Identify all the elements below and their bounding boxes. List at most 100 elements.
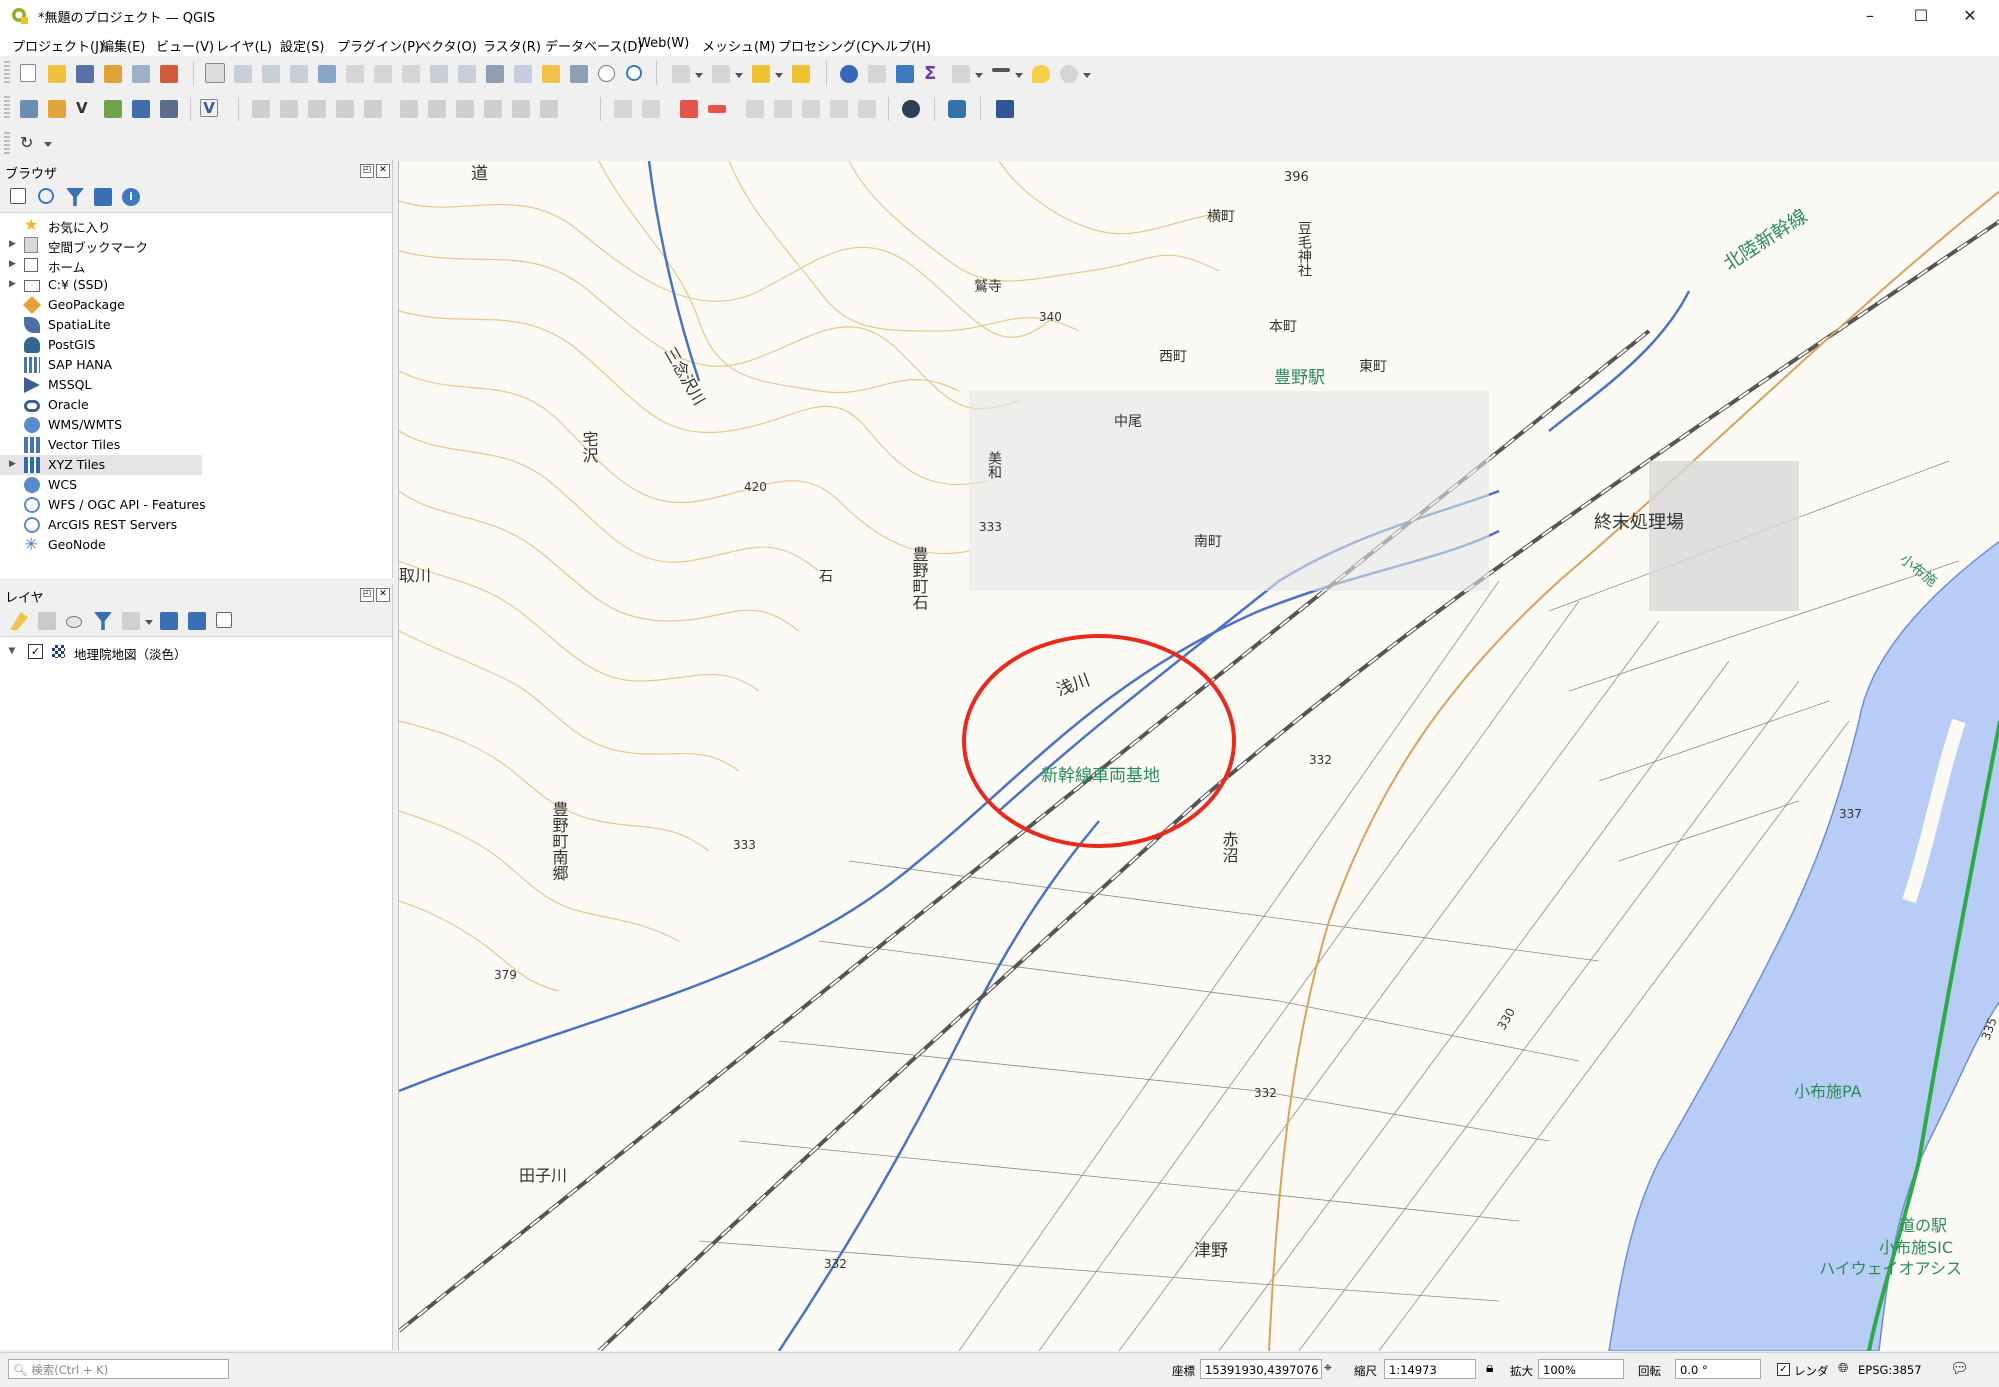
chevron-down-icon[interactable] [1015, 73, 1023, 78]
crs-button[interactable]: EPSG:3857 [1858, 1363, 1922, 1377]
save-edits-icon[interactable] [308, 100, 326, 118]
chevron-down-icon[interactable] [44, 142, 52, 147]
zoom-layer-icon[interactable] [374, 65, 392, 83]
toolbar-grip[interactable] [4, 132, 10, 156]
pan-to-selection-icon[interactable] [234, 65, 252, 83]
close-panel-button[interactable]: ✕ [376, 588, 390, 602]
label-change-icon[interactable] [802, 100, 820, 118]
zoom-next-icon[interactable] [458, 65, 476, 83]
delete-selected-icon[interactable] [400, 100, 418, 118]
scale-combobox[interactable]: 1:14973 [1384, 1359, 1476, 1379]
style-manager-icon[interactable] [160, 65, 178, 83]
select-by-value-icon[interactable] [712, 65, 730, 83]
save-project-icon[interactable] [76, 65, 94, 83]
expand-all-icon[interactable] [160, 612, 178, 630]
browser-item-sap-hana[interactable]: SAP HANA [0, 355, 392, 375]
menu-processing[interactable]: プロセシング(C) [778, 36, 875, 55]
browser-item-spatial-bookmarks[interactable]: ▶ 空間ブックマーク [0, 235, 392, 255]
label-hide-icon[interactable] [708, 105, 726, 113]
statistics-sigma-icon[interactable]: Σ [924, 63, 942, 84]
map-tips-icon[interactable] [1032, 65, 1050, 83]
browser-item-xyz-tiles[interactable]: ▶ XYZ Tiles [0, 455, 202, 475]
add-virtual-layer-icon[interactable]: V [200, 99, 218, 117]
chevron-down-icon[interactable] [145, 620, 153, 625]
close-button[interactable]: ✕ [1941, 0, 1999, 32]
select-all-icon[interactable] [792, 65, 810, 83]
expand-arrow-icon[interactable]: ▶ [9, 279, 16, 289]
refresh-icon[interactable] [38, 188, 54, 204]
field-calculator-icon[interactable] [952, 65, 970, 83]
toolbar-grip[interactable] [4, 61, 10, 85]
deselect-icon[interactable] [752, 65, 770, 83]
zoom-last-icon[interactable] [430, 65, 448, 83]
expand-arrow-icon[interactable]: ▶ [9, 239, 16, 249]
browser-item-postgis[interactable]: PostGIS [0, 335, 392, 355]
select-features-icon[interactable] [672, 65, 690, 83]
magnifier-spinbox[interactable]: 100% [1538, 1359, 1624, 1379]
browser-item-wfs[interactable]: WFS / OGC API - Features [0, 495, 392, 515]
menu-web[interactable]: Web(W) [638, 36, 689, 51]
new-3d-view-icon[interactable] [514, 65, 532, 83]
vertex-tool-icon[interactable] [364, 100, 382, 118]
identify-icon[interactable] [840, 65, 858, 83]
add-spatialite-icon[interactable] [104, 100, 122, 118]
zoom-out-icon[interactable] [290, 65, 308, 83]
expand-arrow-icon[interactable]: ▶ [9, 259, 16, 269]
refresh-rotate-icon[interactable]: ↻ [20, 133, 38, 152]
eye-visibility-icon[interactable] [66, 616, 82, 628]
print-layout-icon[interactable] [132, 65, 150, 83]
rotation-spinbox[interactable]: 0.0 ° [1675, 1359, 1761, 1379]
undo-icon[interactable] [512, 100, 530, 118]
zoom-full-icon[interactable] [318, 65, 336, 83]
expand-arrow-icon[interactable]: ▶ [9, 459, 16, 469]
open-project-icon[interactable] [48, 65, 66, 83]
temporal-controller-icon[interactable] [598, 65, 615, 82]
layer-visibility-checkbox[interactable]: ✓ [28, 644, 43, 659]
show-bookmarks-icon[interactable] [570, 65, 588, 83]
annotation-gear-icon[interactable] [1060, 65, 1078, 83]
menu-edit[interactable]: 編集(E) [101, 36, 145, 55]
collapse-all-icon[interactable] [94, 188, 112, 206]
label-properties-icon[interactable] [858, 100, 876, 118]
coordinate-field[interactable]: 15391930,4397076 [1200, 1359, 1322, 1379]
locator-search-input[interactable]: 🔍︎ 検索(Ctrl + K) [8, 1359, 229, 1379]
info-icon[interactable]: i [122, 188, 140, 206]
add-group-icon[interactable] [38, 612, 56, 630]
data-source-manager-icon[interactable] [20, 100, 38, 118]
browser-item-wcs[interactable]: WCS [0, 475, 392, 495]
copy-features-icon[interactable] [456, 100, 474, 118]
menu-project[interactable]: プロジェクト(J) [12, 36, 104, 55]
menu-raster[interactable]: ラスタ(R) [483, 36, 541, 55]
label-pin-icon[interactable] [642, 100, 660, 118]
bookmark-new-icon[interactable] [542, 65, 560, 83]
minimize-button[interactable]: – [1841, 0, 1899, 32]
cut-features-icon[interactable] [428, 100, 446, 118]
gear-icon[interactable] [896, 65, 914, 83]
messages-icon[interactable]: 💬︎ [1950, 1359, 1969, 1377]
browser-item-arcgis-rest[interactable]: ArcGIS REST Servers [0, 515, 392, 535]
browser-item-vector-tiles[interactable]: Vector Tiles [0, 435, 392, 455]
save-as-icon[interactable] [104, 65, 122, 83]
diagram-tool-icon[interactable] [830, 100, 848, 118]
refresh-icon[interactable] [626, 65, 642, 81]
chevron-down-icon[interactable] [775, 73, 783, 78]
new-project-icon[interactable] [20, 64, 36, 82]
float-panel-button[interactable]: ◰ [360, 164, 374, 178]
attribute-table-icon[interactable] [868, 65, 886, 83]
menu-plugins[interactable]: プラグイン(P) [337, 36, 420, 55]
filter-icon[interactable] [94, 612, 112, 630]
toggle-extents-icon[interactable]: ⌖ [1324, 1360, 1332, 1376]
render-checkbox[interactable]: ✓ [1777, 1363, 1790, 1376]
add-selected-layers-icon[interactable] [10, 188, 26, 204]
chevron-down-icon[interactable] [975, 73, 983, 78]
filter-icon[interactable] [66, 188, 84, 206]
menu-mesh[interactable]: メッシュ(M) [702, 36, 775, 55]
add-vector-layer-icon[interactable]: V [76, 99, 94, 117]
add-postgis-icon[interactable] [132, 100, 150, 118]
browser-item-favorites[interactable]: ★ お気に入り [0, 215, 392, 236]
measure-line-icon[interactable] [992, 68, 1010, 72]
toolbar-grip[interactable] [4, 96, 10, 120]
pan-map-icon[interactable] [205, 63, 225, 83]
menu-vector[interactable]: ベクタ(O) [418, 36, 477, 55]
browser-item-drive-c[interactable]: ▶ C:¥ (SSD) [0, 275, 392, 295]
